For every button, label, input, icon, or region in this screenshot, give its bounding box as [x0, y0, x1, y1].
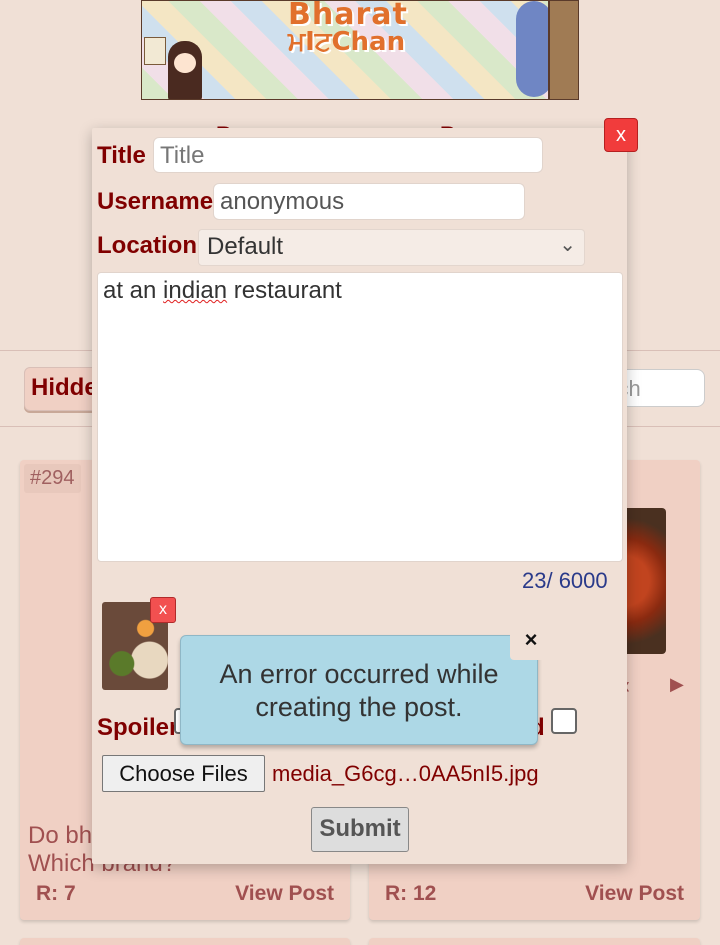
location-select[interactable]: Default ⌄	[198, 229, 585, 266]
view-post-link[interactable]: View Post	[585, 882, 684, 906]
post-number[interactable]: #294	[24, 464, 81, 493]
post-excerpt-line1: Do bh	[28, 822, 93, 849]
location-label: Location	[97, 232, 197, 259]
second-option-checkbox[interactable]	[551, 708, 577, 734]
post-card[interactable]	[20, 938, 350, 945]
username-input[interactable]: anonymous	[213, 183, 525, 220]
new-post-modal: x Title Title Username anonymous Locatio…	[92, 118, 638, 864]
banner-logo-line2: ਮIਟChan	[288, 27, 406, 57]
post-body-textarea[interactable]: at an indian restaurant	[97, 272, 623, 562]
banner-mascot-cat	[516, 1, 552, 97]
banner-mascot-girl	[168, 41, 202, 99]
chevron-down-icon: ⌄	[559, 234, 576, 256]
choose-files-button[interactable]: Choose Files	[102, 755, 265, 792]
username-label: Username	[97, 188, 214, 215]
remove-attachment-button[interactable]: x	[150, 597, 176, 623]
close-modal-button[interactable]: x	[604, 118, 638, 152]
reply-count: R: 12	[385, 882, 437, 905]
site-banner[interactable]: Bharat ਮIਟChan	[141, 0, 579, 100]
post-card[interactable]	[369, 938, 700, 945]
close-toast-button[interactable]: ×	[510, 621, 552, 660]
error-message: An error occurred while creating the pos…	[219, 659, 499, 722]
title-input[interactable]: Title	[153, 137, 543, 173]
reply-count: R: 7	[36, 882, 76, 905]
selected-file-name: media_G6cg…0AA5nI5.jpg	[272, 761, 539, 786]
play-next-icon[interactable]: ▶	[670, 674, 684, 695]
body-misspelled-word: indian	[163, 277, 228, 304]
body-text-before: at an	[103, 277, 164, 304]
character-counter: 23/ 6000	[522, 568, 608, 593]
spoiler-label: Spoiler	[97, 714, 179, 741]
error-toast: An error occurred while creating the pos…	[180, 635, 538, 745]
title-label: Title	[97, 142, 146, 169]
body-text-after: restaurant	[227, 277, 342, 304]
view-post-link[interactable]: View Post	[235, 882, 334, 906]
submit-button[interactable]: Submit	[311, 807, 409, 852]
banner-door	[548, 1, 578, 99]
banner-sign	[144, 37, 166, 65]
location-selected-value: Default	[207, 233, 284, 260]
